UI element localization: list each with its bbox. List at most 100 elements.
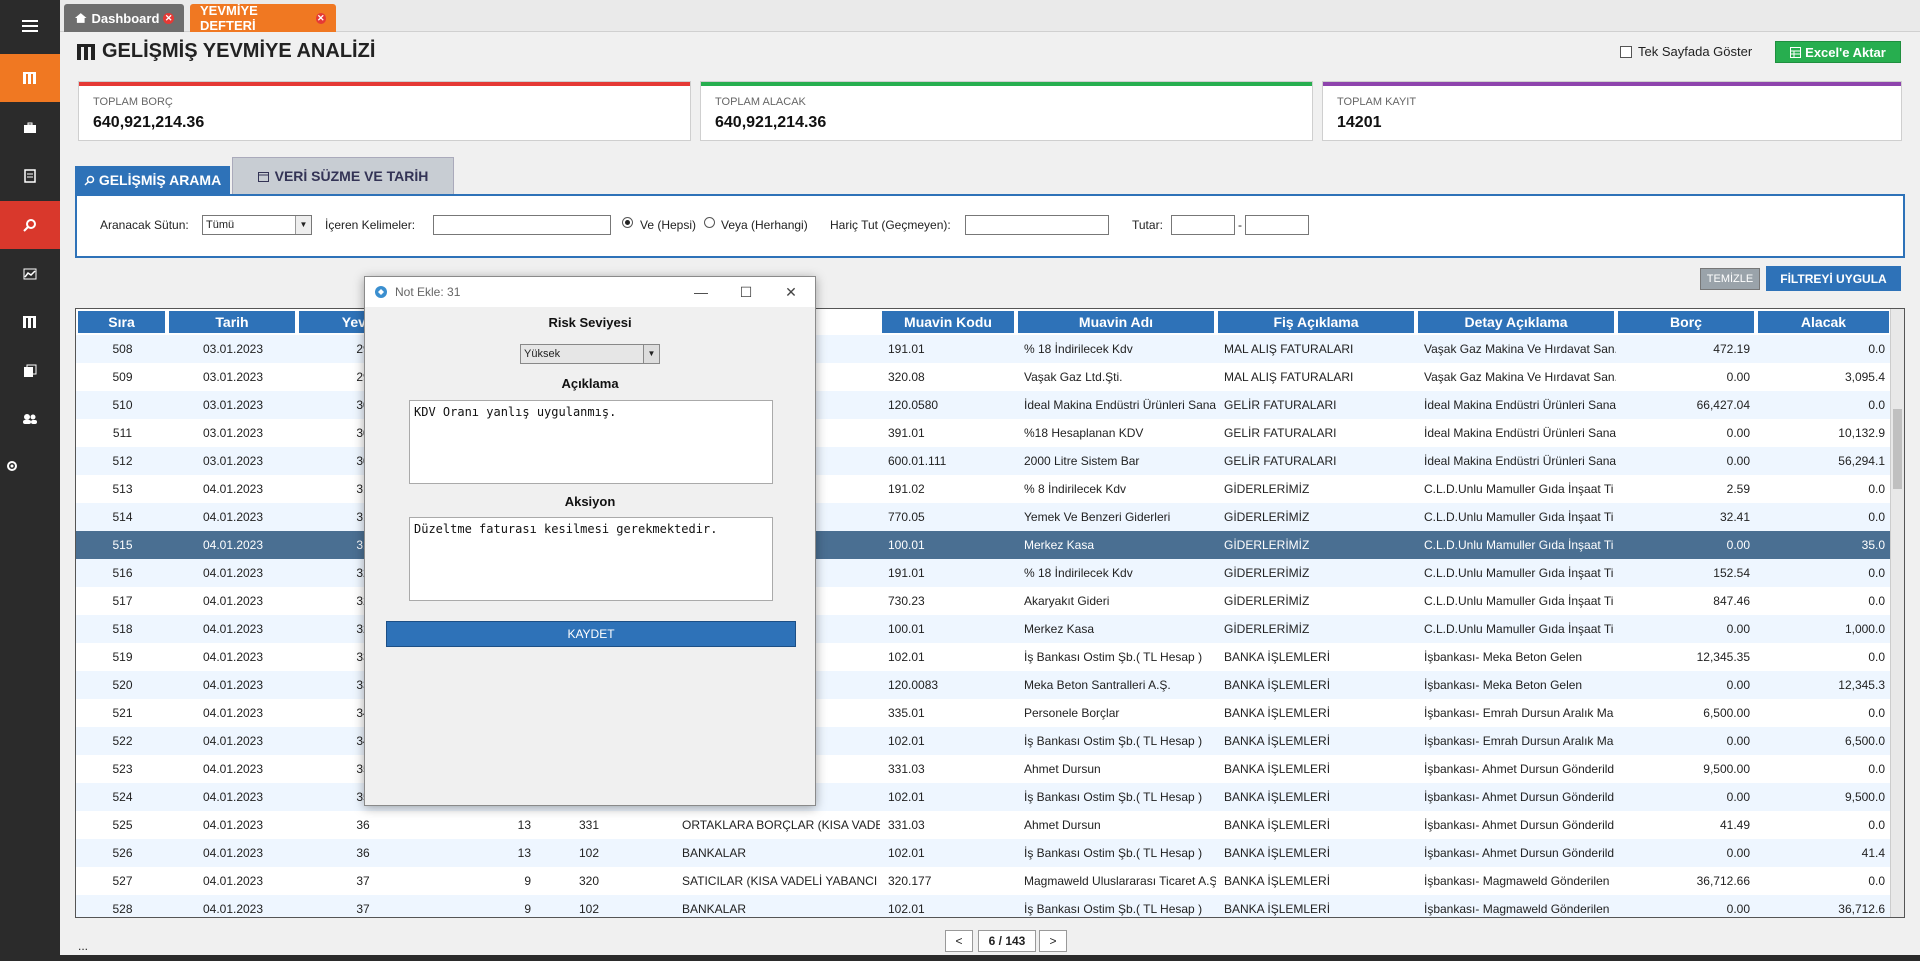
column-header[interactable]: Alacak xyxy=(1758,311,1891,333)
sidebar-item-documents[interactable] xyxy=(0,152,60,200)
contains-input[interactable] xyxy=(433,215,611,235)
prev-page-button[interactable]: < xyxy=(945,930,973,952)
table-cell: 528 xyxy=(112,902,133,916)
sidebar-item-dashboard[interactable] xyxy=(0,54,60,102)
sidebar-item-search[interactable] xyxy=(0,201,60,249)
calendar-icon xyxy=(257,171,269,182)
sidebar-item-analysis[interactable] xyxy=(0,298,60,346)
tab-data-filter[interactable]: VERİ SÜZME VE TARİH xyxy=(232,157,454,194)
column-header[interactable]: Tarih xyxy=(169,311,297,333)
table-cell: BANKA İŞLEMLERİ xyxy=(1224,818,1331,832)
table-cell: Vaşak Gaz Makina Ve Hırdavat San. xyxy=(1424,370,1616,384)
sidebar xyxy=(0,0,60,961)
table-row[interactable]: 512 03.01.2023 30 600.01.111 2000 Litre Sist… xyxy=(76,447,1891,475)
risk-level-select[interactable]: Yüksek ▼ xyxy=(520,344,660,364)
table-row[interactable]: 52304.01.202335(KISA VADE331.03Ahmet Dur… xyxy=(76,755,1891,783)
column-header[interactable]: Muavin Kodu xyxy=(882,311,1016,333)
table-row[interactable]: 526 04.01.2023 36 13 102 BANKALAR 102.01 İş Ban… xyxy=(76,839,1891,867)
tab-advanced-search[interactable]: GELİŞMİŞ ARAMA xyxy=(75,166,230,194)
table-row[interactable]: 522 04.01.2023 34 102.01 İş Bankası Ostim Şb… xyxy=(76,727,1891,755)
or-radio[interactable] xyxy=(704,217,715,228)
and-radio[interactable] xyxy=(622,217,633,228)
sidebar-item-reports[interactable] xyxy=(0,347,60,395)
column-header[interactable]: Muavin Adı xyxy=(1018,311,1216,333)
sidebar-item-portfolio[interactable] xyxy=(0,104,60,152)
contains-label: İçeren Kelimeler: xyxy=(325,218,416,232)
close-icon[interactable]: ✕ xyxy=(315,12,326,24)
tab-dashboard[interactable]: Dashboard ✕ xyxy=(64,4,184,32)
tab-dashboard-label: Dashboard xyxy=(91,10,160,26)
tab-yevmiye-defteri[interactable]: YEVMİYE DEFTERİ ✕ xyxy=(190,3,336,33)
sidebar-item-settings[interactable] xyxy=(0,442,60,490)
table-cell: 6,500.0 xyxy=(1844,734,1885,748)
table-row[interactable]: 520 04.01.2023 33 120.0083 Meka Beton Santra… xyxy=(76,671,1891,699)
menu-button[interactable] xyxy=(0,2,60,50)
action-textarea[interactable]: Düzeltme faturası kesilmesi gerekmektedi… xyxy=(409,517,773,601)
table-cell: 04.01.2023 xyxy=(202,538,264,552)
table-cell: 12,345.35 xyxy=(1696,650,1750,664)
table-row[interactable]: 51404.01.202331ERLERİ770.05Yemek Ve Benz… xyxy=(76,503,1891,531)
table-row[interactable]: 51704.01.202332ERLERİ730.23Akaryakıt Gid… xyxy=(76,587,1891,615)
single-page-toggle[interactable]: Tek Sayfada Göster xyxy=(1620,44,1752,59)
column-header[interactable]: Borç xyxy=(1618,311,1756,333)
analysis-icon xyxy=(23,316,36,328)
table-cell: Magmaweld Uluslararası Ticaret A.Ş xyxy=(1024,874,1216,888)
table-cell: GİDERLERİMİZ xyxy=(1224,594,1310,608)
column-header[interactable]: Sıra xyxy=(78,311,167,333)
table-row[interactable]: 518 04.01.2023 32 100.01 Merkez Kasa GİDERLER… xyxy=(76,615,1891,643)
table-row[interactable]: 50803.01.202329EĞER VERG191.01% 18 İndir… xyxy=(76,335,1891,363)
table-row[interactable]: 528 04.01.2023 37 9 102 BANKALAR 102.01 İş Bank… xyxy=(76,895,1891,917)
table-cell: 191.01 xyxy=(888,566,925,580)
clear-button[interactable]: TEMİZLE xyxy=(1700,268,1760,290)
table-cell: Vaşak Gaz Ltd.Şti. xyxy=(1024,370,1123,384)
column-header[interactable]: Detay Açıklama xyxy=(1418,311,1616,333)
column-header[interactable]: Fiş Açıklama xyxy=(1218,311,1416,333)
dashboard-icon xyxy=(23,72,36,84)
description-textarea[interactable]: KDV Oranı yanlış uygulanmış. xyxy=(409,400,773,484)
table-row[interactable]: 515 04.01.2023 31 100.01 Merkez Kasa GİDERLER… xyxy=(76,531,1891,559)
maximize-button[interactable]: ☐ xyxy=(731,282,761,302)
table-cell: 514 xyxy=(112,510,133,524)
table-cell: 0.0 xyxy=(1868,398,1885,412)
minimize-button[interactable]: — xyxy=(686,282,716,302)
table-cell: 9 xyxy=(524,902,531,916)
table-row[interactable]: 51304.01.202331EĞER VERG191.02% 8 İndiri… xyxy=(76,475,1891,503)
table-row[interactable]: 51604.01.202332EĞER VERG191.01% 18 İndir… xyxy=(76,559,1891,587)
table-cell: 04.01.2023 xyxy=(202,482,264,496)
dialog-titlebar[interactable]: Not Ekle: 31 — ☐ ✕ xyxy=(365,277,815,307)
table-cell: 41.4 xyxy=(1861,846,1885,860)
table-cell: 32.41 xyxy=(1719,510,1750,524)
table-row[interactable]: 52104.01.202334R (KISA VAD335.01Personel… xyxy=(76,699,1891,727)
table-cell: 36,712.66 xyxy=(1696,874,1750,888)
table-row[interactable]: 51103.01.202330EĞER VER391.01%18 Hesapla… xyxy=(76,419,1891,447)
table-row[interactable]: 527 04.01.2023 37 9 320 SATICILAR (KISA VADEL… xyxy=(76,867,1891,895)
table-cell: 0.00 xyxy=(1726,734,1750,748)
apply-filter-button[interactable]: FİLTREYİ UYGULA xyxy=(1766,266,1901,291)
vertical-scrollbar[interactable] xyxy=(1890,309,1904,917)
exclude-input[interactable] xyxy=(965,215,1109,235)
sidebar-item-users[interactable] xyxy=(0,395,60,443)
table-row[interactable]: 519 04.01.2023 33 102.01 İş Bankası Ostim Şb… xyxy=(76,643,1891,671)
close-icon[interactable]: ✕ xyxy=(163,12,174,24)
excel-label: Excel'e Aktar xyxy=(1805,44,1886,60)
column-select[interactable]: Tümü ▼ xyxy=(202,215,312,235)
page-title-text: GELİŞMİŞ YEVMİYE ANALİZİ xyxy=(102,40,376,62)
excel-export-button[interactable]: Excel'e Aktar xyxy=(1775,41,1901,63)
single-page-checkbox[interactable] xyxy=(1620,45,1632,58)
table-row[interactable]: 524 04.01.2023 35 102.01 İş Bankası Ostim Şb… xyxy=(76,783,1891,811)
amount-min-input[interactable] xyxy=(1171,215,1235,235)
table-row[interactable]: 525 04.01.2023 36 13 331 ORTAKLARA BORÇLAR (K… xyxy=(76,811,1891,839)
sidebar-item-charts[interactable] xyxy=(0,250,60,298)
table-cell: 515 xyxy=(112,538,133,552)
next-page-button[interactable]: > xyxy=(1039,930,1067,952)
close-button[interactable]: ✕ xyxy=(776,282,806,302)
table-row[interactable]: 50903.01.202329Lİ YABANCI320.08Vaşak Gaz… xyxy=(76,363,1891,391)
scrollbar-thumb[interactable] xyxy=(1893,409,1902,489)
save-button[interactable]: KAYDET xyxy=(386,621,796,647)
journal-table: Sıra Tarih Yevmi Muavin Kodu Muavin Adı Fiş A… xyxy=(75,308,1905,918)
card-label: TOPLAM ALACAK xyxy=(715,96,806,108)
table-row[interactable]: 510 03.01.2023 30 120.0580 İdeal Makina Endü… xyxy=(76,391,1891,419)
amount-max-input[interactable] xyxy=(1245,215,1309,235)
table-cell: 56,294.1 xyxy=(1838,454,1885,468)
table-cell: İş Bankası Ostim Şb.( TL Hesap ) xyxy=(1024,734,1203,748)
